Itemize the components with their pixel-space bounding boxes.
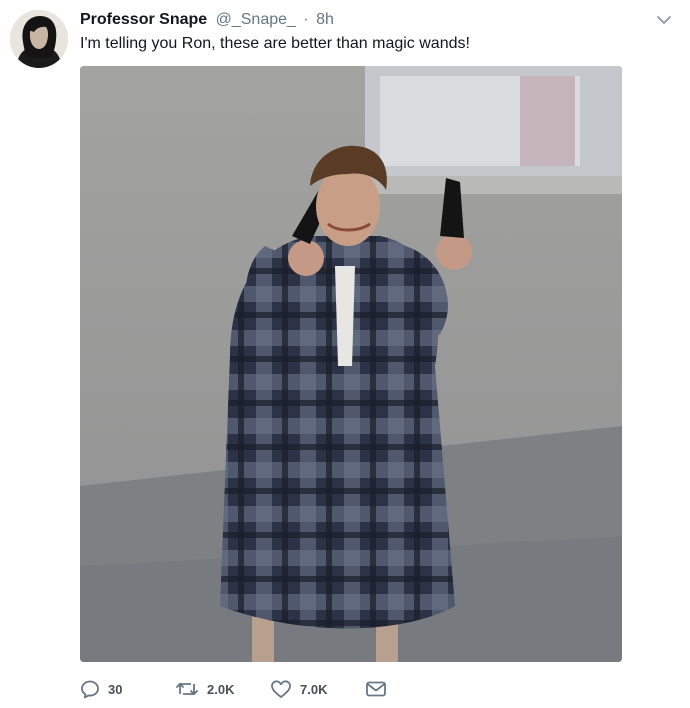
tweet-header: Professor Snape @_Snape_ · 8h xyxy=(80,10,334,30)
tweet-photo[interactable] xyxy=(80,66,622,662)
reply-icon xyxy=(80,679,100,699)
reply-count: 30 xyxy=(108,681,123,697)
retweet-button[interactable]: 2.0K xyxy=(175,678,234,700)
like-count: 7.0K xyxy=(300,681,328,697)
retweet-icon xyxy=(175,679,199,699)
tweet-actions: 30 2.0K 7.0K xyxy=(80,678,400,700)
like-button[interactable]: 7.0K xyxy=(270,678,327,700)
direct-message-button[interactable] xyxy=(365,678,387,700)
avatar[interactable] xyxy=(10,10,68,68)
author-name[interactable]: Professor Snape xyxy=(80,11,207,28)
heart-icon xyxy=(270,679,292,699)
tweet-card: Professor Snape @_Snape_ · 8h I'm tellin… xyxy=(0,0,690,708)
timestamp[interactable]: 8h xyxy=(316,11,334,28)
reply-button[interactable]: 30 xyxy=(80,678,122,700)
envelope-icon xyxy=(365,679,387,699)
separator: · xyxy=(303,11,309,28)
retweet-count: 2.0K xyxy=(207,681,235,697)
author-handle[interactable]: @_Snape_ xyxy=(216,11,296,28)
tweet-text: I'm telling you Ron, these are better th… xyxy=(80,35,470,52)
chevron-down-icon[interactable] xyxy=(654,10,674,30)
